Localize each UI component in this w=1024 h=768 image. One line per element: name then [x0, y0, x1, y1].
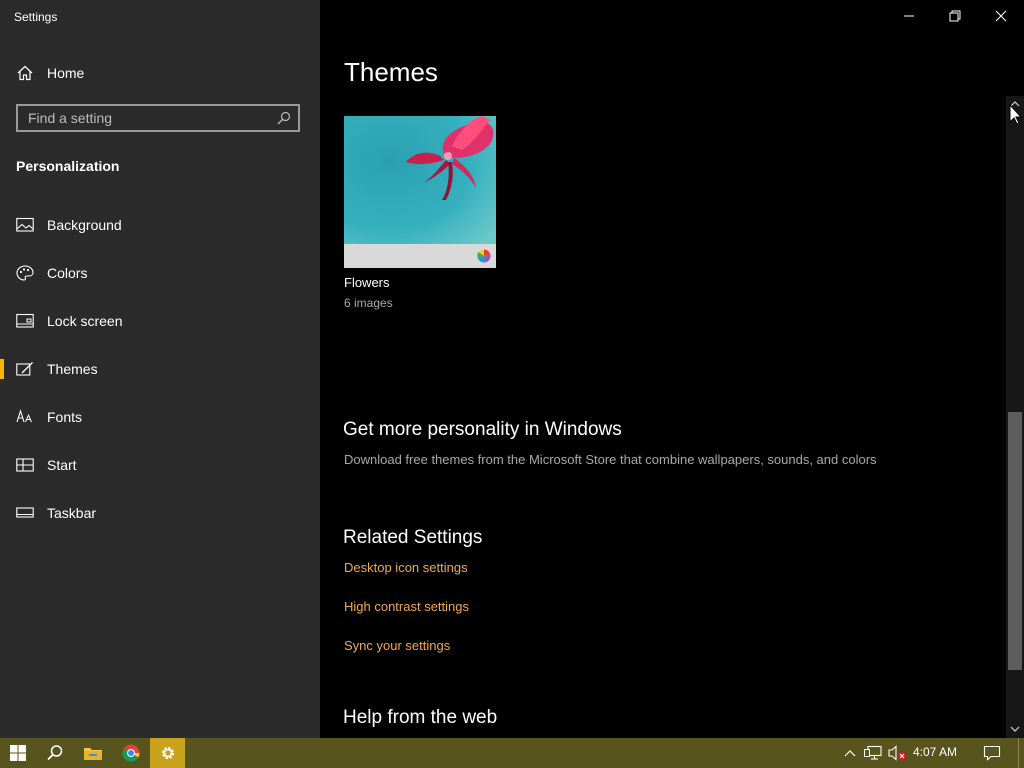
- sidebar-item-start[interactable]: Start: [0, 447, 320, 483]
- home-icon: [17, 65, 33, 81]
- flowers-theme-thumbnail: [344, 116, 496, 268]
- windows-logo-icon: [10, 745, 26, 761]
- search-input[interactable]: [18, 106, 278, 130]
- close-button[interactable]: [978, 0, 1024, 32]
- sync-settings-link[interactable]: Sync your settings: [344, 638, 450, 653]
- scrollbar[interactable]: [1006, 96, 1024, 738]
- sidebar-item-label: Taskbar: [47, 505, 97, 521]
- gear-icon: [161, 746, 174, 760]
- sidebar-item-label: Colors: [47, 265, 88, 281]
- folder-icon: [84, 748, 102, 760]
- show-desktop-button[interactable]: [1018, 738, 1024, 768]
- sidebar-item-fonts[interactable]: Fonts: [0, 399, 320, 435]
- taskbar-search-button[interactable]: [36, 738, 74, 768]
- network-button[interactable]: [862, 738, 884, 768]
- sidebar-item-background[interactable]: Background: [0, 207, 320, 243]
- file-explorer-button[interactable]: [74, 738, 112, 768]
- sidebar-item-themes[interactable]: Themes: [0, 351, 320, 387]
- help-from-web-heading: Help from the web: [343, 707, 498, 728]
- sidebar-item-label: Fonts: [47, 409, 83, 425]
- taskbar-icon: [16, 507, 34, 518]
- page-title: Themes: [344, 57, 438, 87]
- sidebar-item-label: Start: [47, 457, 77, 473]
- more-personality-description: Download free themes from the Microsoft …: [344, 452, 877, 467]
- sidebar-item-label: Background: [47, 217, 122, 233]
- search-box: [16, 104, 300, 132]
- chrome-button[interactable]: [112, 738, 150, 768]
- theme-card-flowers[interactable]: [344, 116, 496, 268]
- more-personality-heading: Get more personality in Windows: [343, 419, 622, 440]
- taskbar-search-icon: [47, 745, 63, 761]
- scrollbar-thumb[interactable]: [1008, 412, 1022, 670]
- action-center-button[interactable]: [978, 738, 1006, 768]
- section-title: Personalization: [16, 158, 120, 174]
- sidebar-item-taskbar[interactable]: Taskbar: [0, 495, 320, 531]
- settings-taskbar-button[interactable]: [150, 738, 185, 768]
- speaker-muted-icon: [888, 745, 906, 761]
- sidebar-item-lock-screen[interactable]: Lock screen: [0, 303, 320, 339]
- notification-icon: [983, 745, 1001, 761]
- volume-button[interactable]: [886, 738, 908, 768]
- sidebar-item-label: Lock screen: [47, 313, 123, 329]
- lock-screen-icon: [16, 313, 34, 328]
- high-contrast-settings-link[interactable]: High contrast settings: [344, 599, 469, 614]
- sidebar-item-label: Themes: [47, 361, 98, 377]
- chrome-icon: [122, 744, 140, 762]
- themes-icon: [16, 362, 33, 376]
- theme-name: Flowers: [344, 275, 390, 290]
- restore-button[interactable]: [932, 0, 978, 32]
- sidebar: Settings Home Personalization Background…: [0, 0, 320, 738]
- close-icon: [995, 10, 1007, 22]
- home-label: Home: [47, 65, 85, 81]
- start-icon: [16, 458, 34, 472]
- taskbar: 4:07 AM: [0, 738, 1024, 768]
- show-hidden-icons-button[interactable]: [840, 738, 860, 768]
- minimize-icon: [904, 15, 914, 17]
- theme-image-count: 6 images: [344, 296, 393, 310]
- chevron-up-icon: [844, 750, 856, 757]
- desktop-icon-settings-link[interactable]: Desktop icon settings: [344, 560, 468, 575]
- restore-icon: [949, 10, 961, 22]
- main-content: Themes Flowers 6 images Get more persona…: [320, 0, 1024, 738]
- network-icon: [864, 745, 882, 760]
- minimize-button[interactable]: [886, 0, 932, 32]
- picture-icon: [16, 217, 34, 232]
- clock-time[interactable]: 4:07 AM: [913, 745, 957, 759]
- sidebar-item-colors[interactable]: Colors: [0, 255, 320, 291]
- search-icon[interactable]: [277, 111, 291, 125]
- related-settings-heading: Related Settings: [343, 527, 483, 548]
- home-nav-item[interactable]: Home: [0, 58, 320, 88]
- start-button[interactable]: [0, 738, 36, 768]
- palette-icon: [16, 265, 34, 281]
- fonts-icon: [16, 409, 32, 423]
- window-title: Settings: [14, 10, 58, 24]
